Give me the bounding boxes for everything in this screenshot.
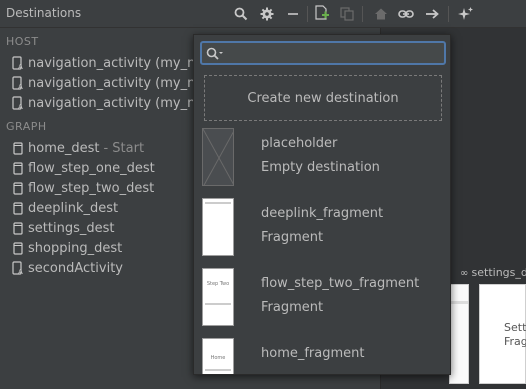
fragment-icon xyxy=(12,161,24,175)
fragment-thumbnail xyxy=(202,198,234,256)
graph-item-label: deeplink_dest xyxy=(28,200,119,216)
destination-name: home_fragment xyxy=(261,346,365,361)
copy-icon[interactable] xyxy=(337,4,357,24)
fragment-thumbnail: Step Two xyxy=(202,268,234,326)
graph-item-label: flow_step_one_dest xyxy=(28,160,155,176)
create-new-destination-button[interactable]: Create new destination xyxy=(204,75,442,121)
search-input[interactable] xyxy=(226,44,442,62)
svg-text:A: A xyxy=(18,268,23,275)
destination-card[interactable] xyxy=(449,284,469,384)
card-bar xyxy=(450,301,468,304)
create-new-label: Create new destination xyxy=(247,90,399,106)
activity-icon: A xyxy=(12,56,24,70)
host-item[interactable]: A navigation_activity (my_nav xyxy=(12,73,211,93)
fragment-thumbnail: Home xyxy=(202,338,234,374)
card-text-line: Setti xyxy=(504,321,526,334)
search-icon xyxy=(206,46,224,65)
link-icon[interactable] xyxy=(396,4,416,24)
search-icon[interactable] xyxy=(231,4,251,24)
destination-item-flow-step-two-fragment[interactable]: Step Two flow_step_two_fragment Fragment xyxy=(194,268,450,338)
destination-name: flow_step_two_fragment xyxy=(261,276,420,291)
fragment-icon xyxy=(12,241,24,255)
destination-item-placeholder[interactable]: placeholder Empty destination xyxy=(194,128,450,198)
destination-item-deeplink-fragment[interactable]: deeplink_fragment Fragment xyxy=(194,198,450,268)
graph-item-label: secondActivity xyxy=(28,260,123,276)
destination-type: Fragment xyxy=(261,300,324,315)
new-destination-popup: Create new destination placeholder Empty… xyxy=(193,34,451,375)
graph-item-label: flow_step_two_dest xyxy=(28,180,155,196)
toolbar-separator xyxy=(448,6,449,22)
svg-text:A: A xyxy=(18,63,23,70)
toolbar-separator xyxy=(362,6,363,22)
graph-item-settings-dest[interactable]: settings_dest xyxy=(12,218,114,238)
activity-icon: A xyxy=(12,261,24,275)
graph-item-label: settings_dest xyxy=(28,220,115,236)
host-item[interactable]: A navigation_activity (my_nav xyxy=(12,93,211,113)
activity-icon: A xyxy=(12,76,24,90)
destination-name: placeholder xyxy=(261,136,338,151)
host-item[interactable]: A navigation_activity (my_nav xyxy=(12,53,211,73)
thumb-bar xyxy=(205,369,231,371)
thumb-bar xyxy=(205,303,231,305)
graph-section-header: GRAPH xyxy=(6,120,47,133)
graph-item-label: home_dest xyxy=(28,140,100,156)
fragment-icon xyxy=(12,181,24,195)
panel-title: Destinations xyxy=(6,6,82,20)
destination-type: Fragment xyxy=(261,230,324,245)
graph-item-shopping-dest[interactable]: shopping_dest xyxy=(12,238,122,258)
toolbar-separator xyxy=(307,6,308,22)
settings-destination-label[interactable]: ∞ settings_d xyxy=(460,266,526,279)
placeholder-thumbnail xyxy=(202,128,234,186)
graph-item-flow-step-one-dest[interactable]: flow_step_one_dest xyxy=(12,158,155,178)
settings-destination-card[interactable]: Setti Fragn xyxy=(479,284,526,384)
start-indicator: - Start xyxy=(103,140,145,156)
link-icon: ∞ xyxy=(460,268,472,279)
destination-name: deeplink_fragment xyxy=(261,206,384,221)
search-box[interactable] xyxy=(200,41,446,65)
host-item-label: navigation_activity (my_nav xyxy=(28,75,212,91)
toolbar: Destinations xyxy=(0,0,526,28)
graph-item-deeplink-dest[interactable]: deeplink_dest xyxy=(12,198,118,218)
graph-item-label: shopping_dest xyxy=(28,240,123,256)
thumb-bar xyxy=(205,202,231,204)
svg-text:A: A xyxy=(18,83,23,90)
host-item-label: navigation_activity (my_nav xyxy=(28,55,212,71)
home-icon[interactable] xyxy=(371,4,391,24)
graph-item-home-dest[interactable]: home_dest - Start xyxy=(12,138,144,158)
host-section-header: HOST xyxy=(6,35,39,48)
gear-icon[interactable] xyxy=(257,4,277,24)
arrow-icon[interactable] xyxy=(422,4,442,24)
auto-arrange-icon[interactable] xyxy=(456,4,476,24)
minimize-icon[interactable] xyxy=(283,4,303,24)
graph-item-second-activity[interactable]: A secondActivity xyxy=(12,258,123,278)
host-item-label: navigation_activity (my_nav xyxy=(28,95,212,111)
fragment-icon xyxy=(12,221,24,235)
new-destination-icon[interactable] xyxy=(312,4,332,24)
thumb-text: Step Two xyxy=(206,281,230,287)
svg-text:A: A xyxy=(18,103,23,110)
thumb-text: Home xyxy=(210,355,226,361)
fragment-icon xyxy=(12,201,24,215)
card-text-line: Fragn xyxy=(504,335,526,348)
destination-item-home-fragment[interactable]: Home home_fragment xyxy=(194,338,450,374)
destination-type: Empty destination xyxy=(261,160,380,175)
activity-icon: A xyxy=(12,96,24,110)
fragment-icon xyxy=(12,141,24,155)
card-text: Setti Fragn xyxy=(504,321,526,349)
graph-item-flow-step-two-dest[interactable]: flow_step_two_dest xyxy=(12,178,154,198)
